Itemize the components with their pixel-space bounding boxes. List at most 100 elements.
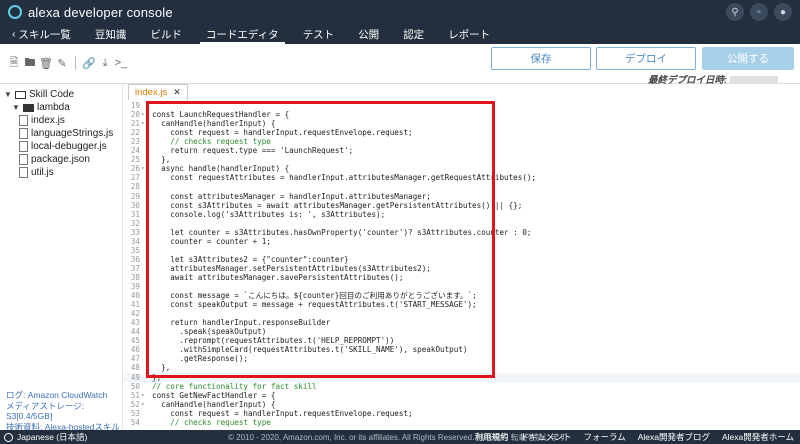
code-line[interactable]: 47 .getResponse(); bbox=[124, 354, 800, 363]
code-line[interactable]: 41 const speakOutput = message + request… bbox=[124, 300, 800, 309]
toolbar-divider bbox=[75, 56, 76, 70]
code-line[interactable]: 28 bbox=[124, 182, 800, 191]
line-number: 52 bbox=[130, 399, 140, 409]
tree-file[interactable]: languageStrings.js bbox=[0, 127, 122, 140]
download-icon[interactable]: ⤓ bbox=[99, 56, 111, 70]
code-line[interactable]: 34 counter = counter + 1; bbox=[124, 237, 800, 246]
code-line[interactable]: 53 const request = handlerInput.requestE… bbox=[124, 409, 800, 418]
line-number: 31 bbox=[130, 209, 140, 219]
footer-link-home[interactable]: Alexa開発者ホーム bbox=[722, 431, 794, 443]
tree-file[interactable]: index.js bbox=[0, 114, 122, 127]
code-line[interactable]: 45 .reprompt(requestAttributes.t('HELP_R… bbox=[124, 336, 800, 345]
publish-button[interactable]: 公開する bbox=[702, 47, 794, 70]
fold-caret-icon[interactable]: ▾ bbox=[141, 110, 147, 119]
code-line[interactable]: 29 const attributesManager = handlerInpu… bbox=[124, 192, 800, 201]
cloudwatch-log-link[interactable]: ログ: Amazon CloudWatch bbox=[6, 390, 122, 401]
delete-icon[interactable]: 🗑 bbox=[39, 56, 53, 70]
code-line[interactable]: 19 bbox=[124, 101, 800, 110]
code-line[interactable]: 48 }, bbox=[124, 363, 800, 372]
code-line[interactable]: 27 const requestAttributes = handlerInpu… bbox=[124, 173, 800, 182]
code-line[interactable]: 49}; bbox=[124, 372, 800, 382]
language-selector[interactable]: Japanese (日本語) bbox=[0, 431, 87, 443]
footer-link-forum[interactable]: フォーラム bbox=[583, 431, 625, 443]
tree-folder-lambda[interactable]: ▼ lambda bbox=[0, 101, 122, 114]
nav-item-certification[interactable]: 認定 bbox=[391, 24, 436, 44]
code-line[interactable]: 35 bbox=[124, 246, 800, 255]
code-text: }, bbox=[152, 363, 171, 373]
code-line[interactable]: 38 await attributesManager.savePersisten… bbox=[124, 273, 800, 282]
code-line[interactable]: 44 .speak(speakOutput) bbox=[124, 327, 800, 336]
code-line[interactable]: 33 let counter = s3Attributes.hasOwnProp… bbox=[124, 228, 800, 237]
fold-caret-icon[interactable]: ▾ bbox=[141, 391, 147, 400]
file-icon bbox=[19, 167, 28, 178]
code-line[interactable]: 46 .withSimpleCard(requestAttributes.t('… bbox=[124, 345, 800, 354]
code-line[interactable]: 25 }, bbox=[124, 155, 800, 164]
code-line[interactable]: 39 bbox=[124, 282, 800, 291]
deploy-button[interactable]: デプロイ bbox=[596, 47, 696, 70]
footer-link-terms[interactable]: 利用規約 bbox=[474, 431, 508, 443]
code-line[interactable]: 21 ▾ canHandle(handlerInput) { bbox=[124, 119, 800, 128]
edit-icon[interactable]: ✎ bbox=[56, 56, 68, 70]
code-text: const speakOutput = message + requestAtt… bbox=[152, 300, 477, 310]
tab-index-js[interactable]: index.js ✕ bbox=[128, 84, 188, 100]
code-line[interactable]: 30 const s3Attributes = await attributes… bbox=[124, 201, 800, 210]
help-icon[interactable]: ▫ bbox=[750, 3, 768, 21]
code-line[interactable]: 32 bbox=[124, 219, 800, 228]
footer-link-blog[interactable]: Alexa開発者ブログ bbox=[638, 431, 710, 443]
line-number: 24 bbox=[130, 146, 140, 156]
app-title: alexa developer console bbox=[28, 4, 173, 20]
nav-item-distribution[interactable]: 公開 bbox=[346, 24, 391, 44]
tree-root[interactable]: ▼ Skill Code bbox=[0, 88, 122, 101]
page-footer: Japanese (日本語) © 2010 - 2020, Amazon.com… bbox=[0, 430, 800, 444]
line-number: 40 bbox=[130, 291, 140, 301]
fold-caret-icon[interactable]: ▾ bbox=[141, 164, 147, 173]
nav-item-test[interactable]: テスト bbox=[291, 24, 347, 44]
code-line[interactable]: 20 ▾ const LaunchRequestHandler = { bbox=[124, 110, 800, 119]
code-line[interactable]: 43 return handlerInput.responseBuilder bbox=[124, 318, 800, 327]
nav-item-code-editor[interactable]: コードエディタ bbox=[194, 24, 291, 44]
nav-item-report[interactable]: レポート bbox=[436, 24, 502, 44]
nav-item-trivia[interactable]: 豆知識 bbox=[83, 24, 139, 44]
line-number: 42 bbox=[130, 309, 140, 319]
code-line[interactable]: 26 ▾ async handle(handlerInput) { bbox=[124, 164, 800, 173]
line-number: 28 bbox=[130, 182, 140, 192]
footer-link-docs[interactable]: ドキュメント bbox=[520, 431, 571, 443]
tree-file[interactable]: local-debugger.js bbox=[0, 140, 122, 153]
search-icon[interactable]: ⚲ bbox=[726, 3, 744, 21]
code-line[interactable]: 40 const message = `こんにちは。${counter}回目のご… bbox=[124, 291, 800, 300]
back-to-skills-link[interactable]: ‹ スキル一覧 bbox=[0, 24, 83, 44]
fold-caret-icon[interactable]: ▾ bbox=[141, 400, 147, 409]
save-button[interactable]: 保存 bbox=[491, 47, 591, 70]
file-icon bbox=[19, 128, 28, 139]
code-line[interactable]: 51 ▾ const GetNewFactHandler = { bbox=[124, 391, 800, 400]
code-line[interactable]: 23 // checks request type bbox=[124, 137, 800, 146]
media-storage-link[interactable]: メディアストレージ: S3[0.4/5GB] bbox=[6, 401, 122, 422]
nav-item-build[interactable]: ビルド bbox=[138, 24, 194, 44]
code-line[interactable]: 24 return request.type === 'LaunchReques… bbox=[124, 146, 800, 155]
fold-caret-icon[interactable]: ▾ bbox=[141, 119, 147, 128]
code-line[interactable]: 54 // checks request type bbox=[124, 418, 800, 427]
code-text: // core functionality for fact skill bbox=[152, 381, 317, 391]
tree-file[interactable]: util.js bbox=[0, 166, 122, 179]
line-number: 46 bbox=[130, 345, 140, 355]
code-text: .getResponse(); bbox=[152, 354, 249, 364]
code-line[interactable]: 50 // core functionality for fact skill bbox=[124, 382, 800, 391]
code-line[interactable]: 36 let s3Attributes2 = {"counter":counte… bbox=[124, 255, 800, 264]
line-number: 20 bbox=[130, 110, 140, 120]
folder-open-icon bbox=[15, 90, 26, 99]
tree-file[interactable]: package.json bbox=[0, 153, 122, 166]
line-number: 19 bbox=[130, 101, 140, 110]
terminal-icon[interactable]: >_ bbox=[115, 56, 128, 70]
line-number: 33 bbox=[130, 227, 140, 237]
new-folder-icon[interactable]: 🖿 bbox=[24, 56, 36, 70]
code-line[interactable]: 52 ▾ canHandle(handlerInput) { bbox=[124, 400, 800, 409]
code-line[interactable]: 22 const request = handlerInput.requestE… bbox=[124, 128, 800, 137]
new-file-icon[interactable]: 🗎 bbox=[8, 56, 20, 70]
link-icon[interactable]: 🔗 bbox=[82, 56, 96, 70]
code-editor[interactable]: 19 20 ▾ const LaunchRequestHandler = {21 ▾ c… bbox=[124, 100, 800, 430]
close-icon[interactable]: ✕ bbox=[173, 87, 181, 98]
code-line[interactable]: 31 console.log('s3Attributes is: ', s3At… bbox=[124, 210, 800, 219]
account-icon[interactable]: ● bbox=[774, 3, 792, 21]
code-line[interactable]: 42 bbox=[124, 309, 800, 318]
code-line[interactable]: 37 attributesManager.setPersistentAttrib… bbox=[124, 264, 800, 273]
